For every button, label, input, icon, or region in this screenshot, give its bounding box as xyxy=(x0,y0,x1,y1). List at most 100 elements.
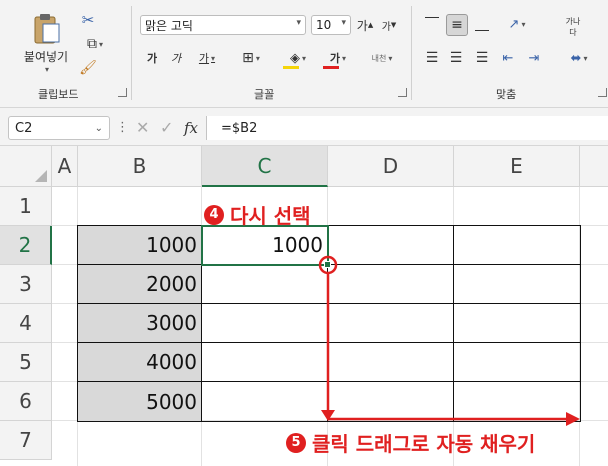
align-right-button[interactable]: ☰ xyxy=(472,48,492,68)
cancel-icon[interactable]: ✕ xyxy=(136,118,149,137)
align-right-icon: ☰ xyxy=(475,50,489,66)
formula-value: =$B2 xyxy=(221,120,258,136)
cell-c6[interactable] xyxy=(202,382,328,421)
cell-e3[interactable] xyxy=(454,265,580,304)
align-center-icon: ☰ xyxy=(449,50,463,66)
row-header-2[interactable]: 2 xyxy=(0,226,52,265)
gridline xyxy=(453,187,454,226)
shrink-font-button[interactable]: 가 ▼ xyxy=(380,15,398,35)
borders-button[interactable]: ⊞ ▾ xyxy=(236,48,266,68)
gridline xyxy=(52,342,78,343)
grow-font-button[interactable]: 가 ▲ xyxy=(356,15,374,35)
cell-c3[interactable] xyxy=(202,265,328,304)
bold-label: 가 xyxy=(146,52,158,65)
column-header-f[interactable] xyxy=(580,146,608,187)
chevron-down-icon: ▾ xyxy=(98,39,103,49)
font-color-label: 가 xyxy=(329,52,341,65)
align-center-button[interactable]: ☰ xyxy=(446,48,466,68)
format-painter-button[interactable]: 🖌 xyxy=(78,58,98,78)
chevron-down-icon: ▾ xyxy=(211,53,216,63)
cell-d4[interactable] xyxy=(328,304,454,343)
decrease-indent-icon: ⇤ xyxy=(502,50,514,66)
cell-b6[interactable]: 5000 xyxy=(78,382,202,421)
paste-button[interactable]: 붙여넣기 ▾ xyxy=(18,8,74,78)
cell-b2[interactable]: 1000 xyxy=(78,226,202,265)
decrease-indent-button[interactable]: ⇤ xyxy=(498,48,518,68)
font-name-combo[interactable]: 맑은 고딕 ▾ xyxy=(140,15,306,35)
orientation-icon: ↗ xyxy=(508,16,520,32)
underline-button[interactable]: 가 ▾ xyxy=(192,48,222,68)
row-header-3[interactable]: 3 xyxy=(0,265,52,304)
phonetic-button[interactable]: 내천 ▾ xyxy=(364,48,400,68)
insert-function-icon[interactable]: fx xyxy=(184,119,198,137)
row-label: 4 xyxy=(19,311,32,335)
step4-text: 다시 선택 xyxy=(230,204,311,228)
phonetic-label: 내천 xyxy=(371,53,387,63)
cell-e6[interactable] xyxy=(454,382,580,421)
row-header-4[interactable]: 4 xyxy=(0,304,52,343)
align-bottom-button[interactable]: ⎽ xyxy=(472,14,492,34)
font-color-bar xyxy=(323,66,339,69)
column-header-b[interactable]: B xyxy=(78,146,202,187)
cell-d5[interactable] xyxy=(328,343,454,382)
orientation-button[interactable]: ↗ ▾ xyxy=(500,14,534,34)
gridline xyxy=(580,303,608,304)
wrap-text-label: 가나 다 xyxy=(565,17,581,37)
cell-b3[interactable]: 2000 xyxy=(78,265,202,304)
fill-handle[interactable] xyxy=(324,261,331,268)
font-launcher-icon[interactable] xyxy=(398,88,407,97)
enter-check-icon[interactable]: ✓ xyxy=(160,118,173,137)
cell-c5[interactable] xyxy=(202,343,328,382)
select-all-corner[interactable] xyxy=(0,146,52,187)
row-header-7[interactable]: 7 xyxy=(0,421,52,460)
cut-button[interactable]: ✂ xyxy=(78,10,98,30)
cell-e4[interactable] xyxy=(454,304,580,343)
align-middle-button[interactable]: ≡ xyxy=(446,14,468,36)
chevron-down-icon: ⌄ xyxy=(94,122,103,134)
gridline xyxy=(580,381,608,382)
cell-value: 2000 xyxy=(146,272,197,296)
cell-value: 4000 xyxy=(146,350,197,374)
bold-button[interactable]: 가 xyxy=(144,48,160,68)
clipboard-launcher-icon[interactable] xyxy=(118,88,127,97)
alignment-launcher-icon[interactable] xyxy=(598,88,607,97)
row-label: 5 xyxy=(19,350,32,374)
selected-cell-outline xyxy=(201,225,329,266)
cell-b5[interactable]: 4000 xyxy=(78,343,202,382)
name-box[interactable]: C2 ⌄ xyxy=(8,116,110,140)
alignment-group-label: 맞춤 xyxy=(496,88,517,101)
merge-center-button[interactable]: ⬌ ▾ xyxy=(562,48,596,68)
formula-input[interactable]: =$B2 xyxy=(206,116,608,140)
column-header-a[interactable]: A xyxy=(52,146,78,187)
cell-d2[interactable] xyxy=(328,226,454,265)
cell-d6[interactable] xyxy=(328,382,454,421)
more-options-icon[interactable]: ⋮ xyxy=(116,120,129,135)
column-header-c[interactable]: C xyxy=(202,146,328,187)
row-header-6[interactable]: 6 xyxy=(0,382,52,421)
cell-c4[interactable] xyxy=(202,304,328,343)
gridline xyxy=(580,264,608,265)
cell-b4[interactable]: 3000 xyxy=(78,304,202,343)
cell-e5[interactable] xyxy=(454,343,580,382)
font-size-value: 10 xyxy=(316,18,332,32)
cell-e2[interactable] xyxy=(454,226,580,265)
gridline xyxy=(52,264,78,265)
row-header-1[interactable]: 1 xyxy=(0,187,52,226)
chevron-down-icon: ▾ xyxy=(583,53,588,63)
formula-bar: C2 ⌄ ⋮ ✕ ✓ fx =$B2 xyxy=(0,108,608,146)
font-size-combo[interactable]: 10 ▾ xyxy=(311,15,351,35)
step4-badge: 4 xyxy=(204,204,224,225)
row-header-5[interactable]: 5 xyxy=(0,343,52,382)
copy-button[interactable]: ⧉ ▾ xyxy=(78,34,112,54)
clipboard-group-label: 클립보드 xyxy=(38,88,79,101)
column-header-e[interactable]: E xyxy=(454,146,580,187)
increase-indent-button[interactable]: ⇥ xyxy=(524,48,544,68)
align-left-button[interactable]: ☰ xyxy=(422,48,442,68)
column-header-d[interactable]: D xyxy=(328,146,454,187)
gridline xyxy=(327,187,328,226)
italic-button[interactable]: 가 xyxy=(168,48,184,68)
wrap-text-button[interactable]: 가나 다 xyxy=(560,12,586,42)
align-top-button[interactable]: ⎺ xyxy=(422,14,442,34)
cell-d3[interactable] xyxy=(328,265,454,304)
paste-label: 붙여넣기 xyxy=(23,50,69,64)
